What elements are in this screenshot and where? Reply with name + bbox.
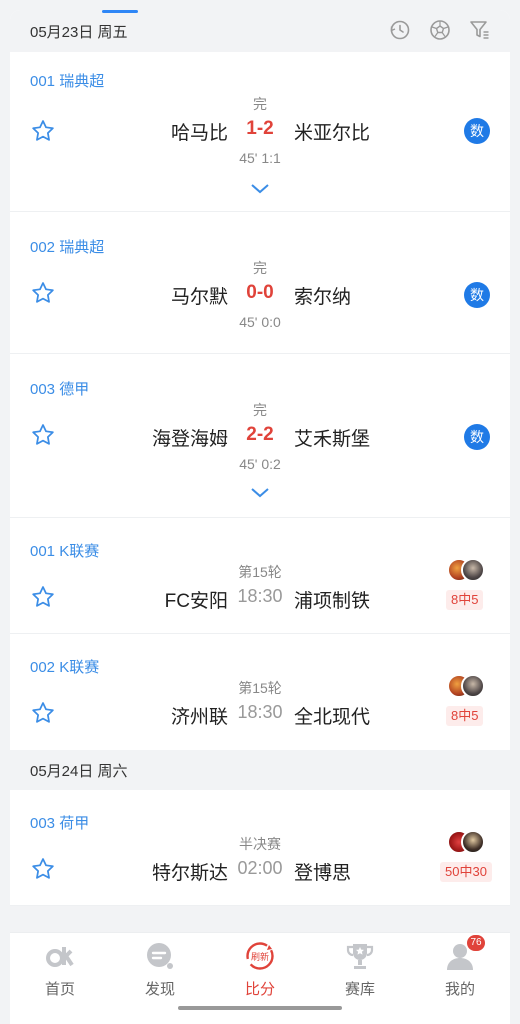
away-team: 浦项制铁 [294,591,371,612]
home-team: FC安阳 [164,591,228,612]
match-card[interactable]: 001 瑞典超 完 哈马比 1-2 米亚尔比 45' 1:1 数 [10,52,510,212]
match-status: 完 [253,96,267,112]
home-team: 特尔斯达 [151,863,228,884]
tab-mine[interactable]: 76 我的 [410,933,510,1003]
data-badge[interactable]: 数 [464,424,490,450]
tab-label: 发现 [144,981,175,998]
avatar [461,830,485,854]
tab-label: 比分 [244,981,275,998]
kickoff-time: 18:30 [237,702,283,722]
discover-icon [145,941,175,971]
expert-avatars[interactable] [447,830,487,856]
filter-icon[interactable] [468,18,492,42]
tab-label: 首页 [44,981,75,998]
home-team: 马尔默 [170,287,228,308]
match-card[interactable]: 003 荷甲 半决赛 特尔斯达 02:00 登博思 50中30 [10,790,510,906]
match-card[interactable]: 001 K联赛 第15轮 FC安阳 18:30 浦项制铁 8中5 [10,518,510,634]
history-icon[interactable] [388,18,412,42]
ok-logo-icon [45,941,75,971]
expert-avatars[interactable] [447,558,487,584]
chevron-down-icon[interactable] [248,486,272,500]
home-team: 海登海姆 [151,429,228,450]
match-list: 05月23日 周五 001 瑞典超 完 哈马比 1-2 米亚尔比 45' 1:1 [10,10,510,906]
league-label[interactable]: 003 德甲 [30,378,89,399]
refresh-icon-text: 刷新 [251,951,269,963]
match-card[interactable]: 002 K联赛 第15轮 济州联 18:30 全北现代 8中5 [10,634,510,750]
hit-rate-badge: 50中30 [440,862,492,882]
league-label[interactable]: 001 K联赛 [30,540,99,561]
kickoff-time: 18:30 [237,586,283,606]
avatar [461,558,485,582]
refresh-score-icon: 刷新 [245,941,275,971]
match-card[interactable]: 003 德甲 完 海登海姆 2-2 艾禾斯堡 45' 0:2 数 [10,354,510,518]
expert-avatars[interactable] [447,674,487,700]
league-label[interactable]: 002 瑞典超 [30,236,104,257]
chevron-down-icon[interactable] [248,182,272,196]
match-round: 半决赛 [239,836,281,852]
away-team: 全北现代 [294,707,371,728]
date-label: 05月24日 周六 [30,762,128,780]
half-time-score: 45' 0:2 [239,456,281,472]
score: 2-2 [246,424,274,445]
home-team: 济州联 [170,707,228,728]
match-round: 第15轮 [238,680,282,696]
half-time-score: 45' 1:1 [239,150,281,166]
hit-rate-badge: 8中5 [446,590,484,610]
date-header: 05月24日 周六 [10,750,510,790]
notification-badge: 76 [467,935,485,951]
score: 0-0 [246,282,274,303]
data-badge[interactable]: 数 [464,282,490,308]
league-label[interactable]: 002 K联赛 [30,656,99,677]
tab-label: 我的 [444,981,475,998]
trophy-icon [345,941,375,971]
match-status: 完 [253,260,267,276]
tab-home[interactable]: 首页 [10,933,110,1003]
away-team: 索尔纳 [294,287,352,308]
tab-discover[interactable]: 发现 [110,933,210,1003]
match-round: 第15轮 [238,564,282,580]
avatar [461,674,485,698]
away-team: 登博思 [294,863,352,884]
match-status: 完 [253,402,267,418]
hit-rate-badge: 8中5 [446,706,484,726]
scroll-indicator [102,10,138,13]
kickoff-time: 02:00 [237,858,283,878]
half-time-score: 45' 0:0 [239,314,281,330]
tab-score[interactable]: 刷新 比分 [210,933,310,1003]
date-header: 05月23日 周五 [10,10,510,52]
match-card[interactable]: 002 瑞典超 完 马尔默 0-0 索尔纳 45' 0:0 数 [10,212,510,354]
league-label[interactable]: 001 瑞典超 [30,70,104,91]
away-team: 米亚尔比 [294,123,371,144]
football-icon[interactable] [428,18,452,42]
home-indicator [178,1006,342,1010]
tab-label: 赛库 [344,981,375,998]
data-badge[interactable]: 数 [464,118,490,144]
score: 1-2 [246,118,274,139]
away-team: 艾禾斯堡 [294,429,371,450]
bottom-tab-bar: 首页 发现 刷新 比分 赛库 76 我的 [10,932,510,1024]
home-team: 哈马比 [170,123,228,144]
date-label: 05月23日 周五 [30,23,128,41]
tab-library[interactable]: 赛库 [310,933,410,1003]
league-label[interactable]: 003 荷甲 [30,812,89,833]
